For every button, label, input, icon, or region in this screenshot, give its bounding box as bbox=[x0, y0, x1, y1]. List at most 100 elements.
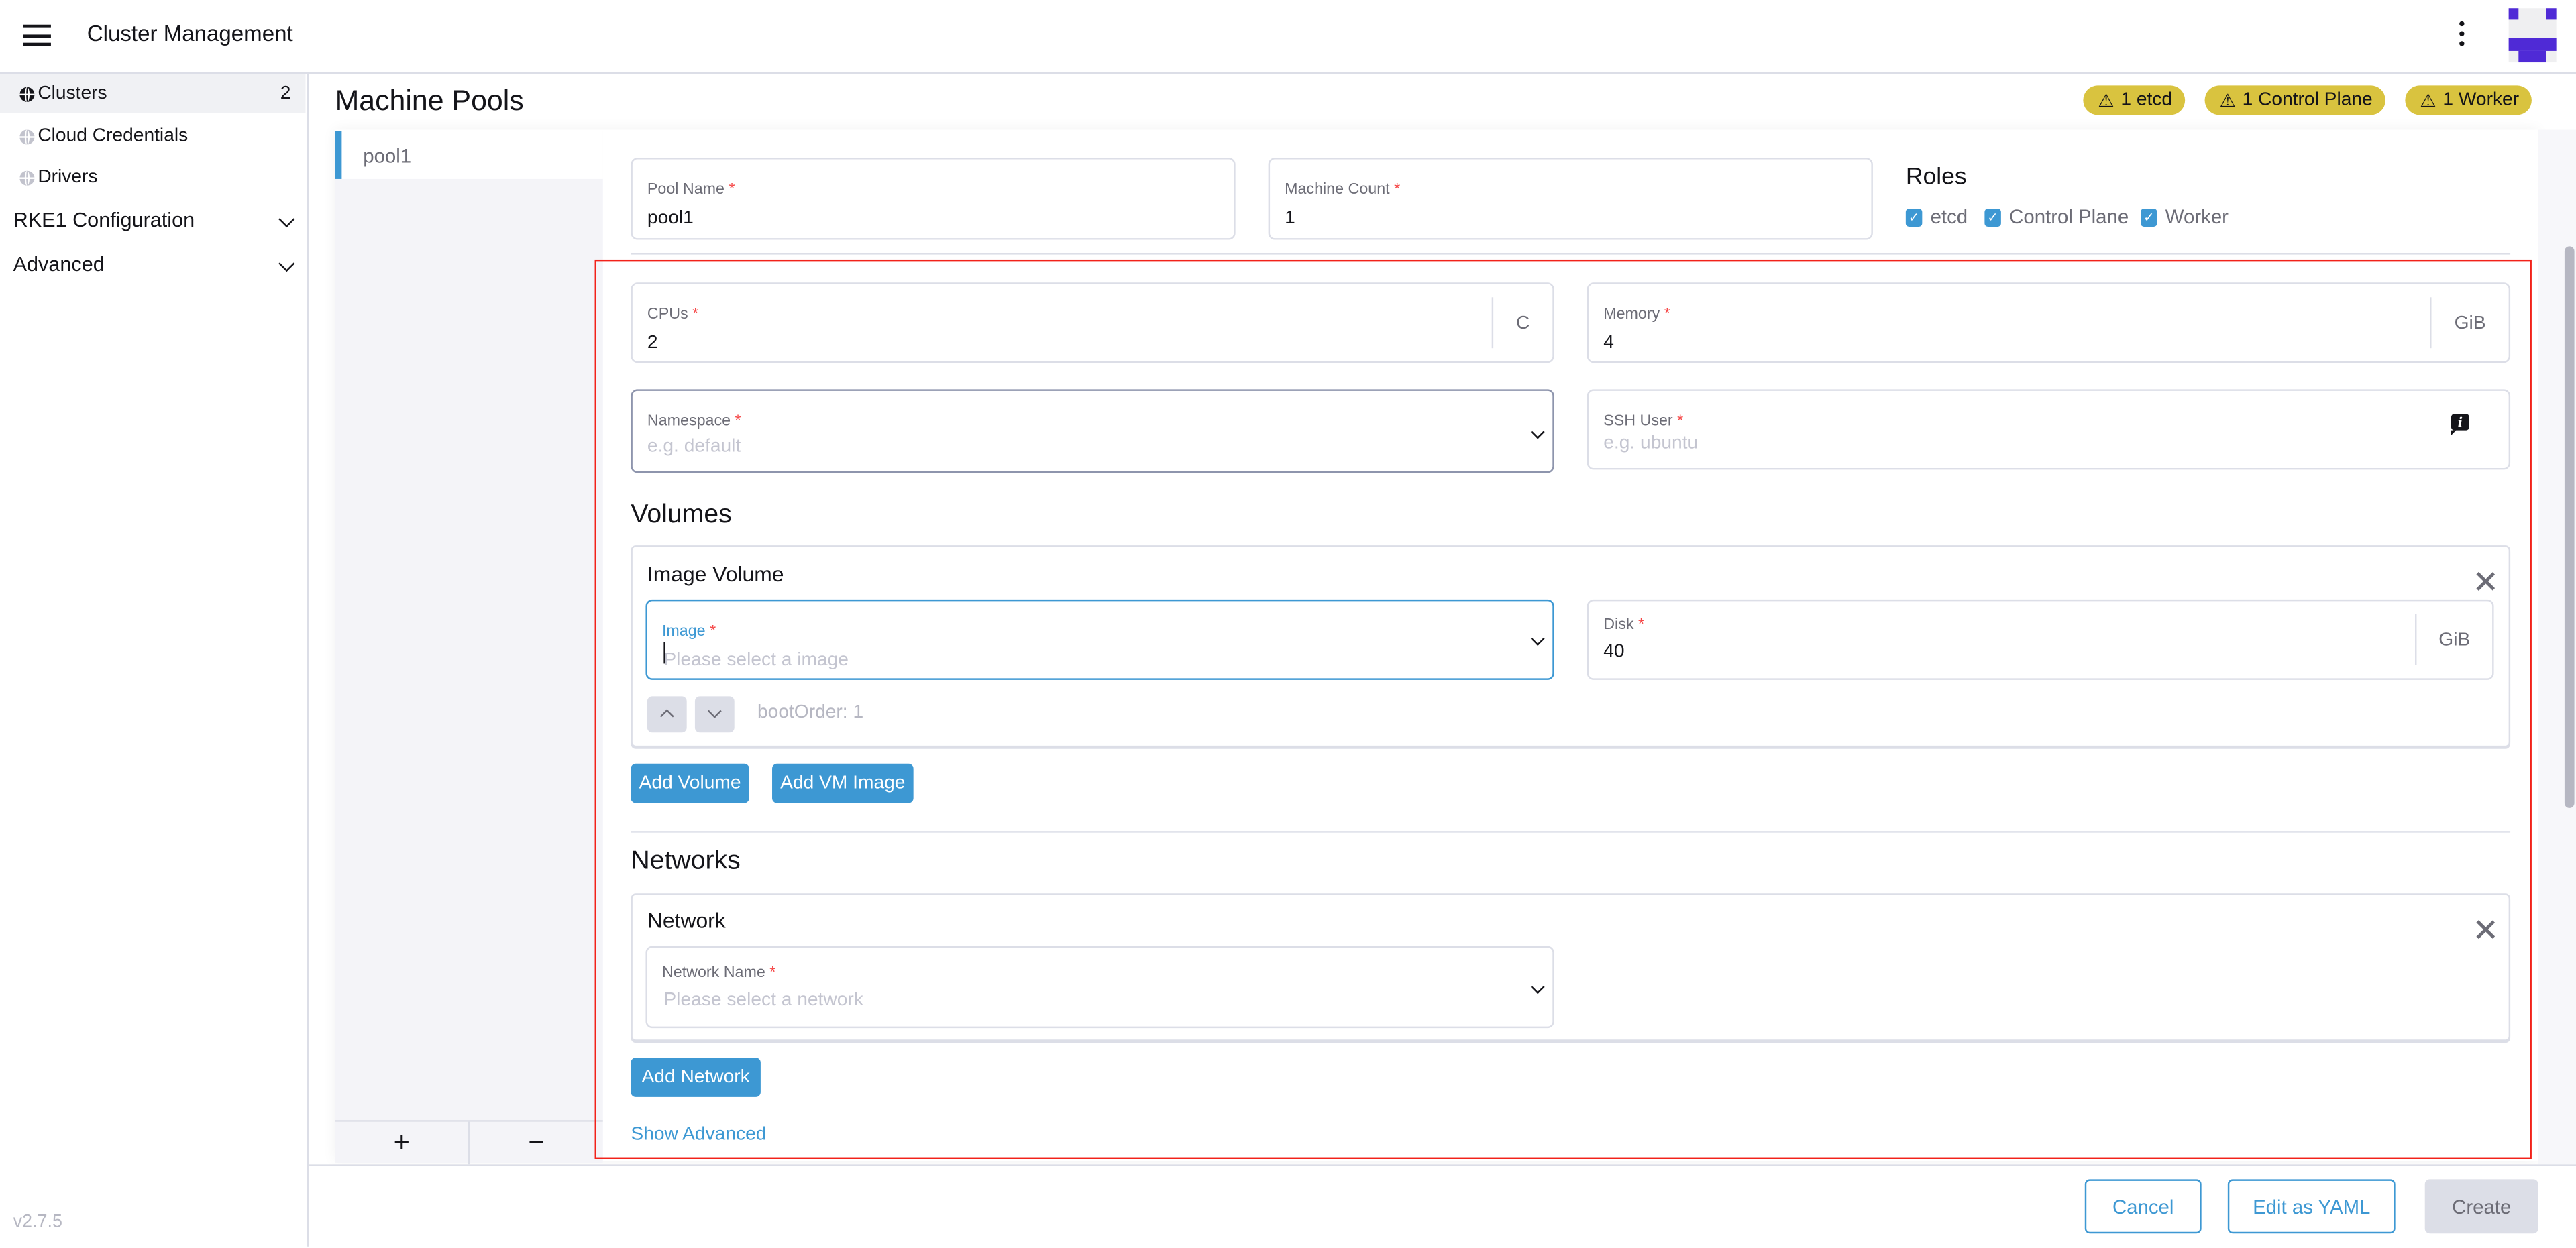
machine-count-field[interactable]: Machine Count * 1 bbox=[1268, 158, 1873, 240]
cpus-value: 2 bbox=[647, 333, 658, 353]
add-network-button[interactable]: Add Network bbox=[631, 1058, 761, 1097]
disk-field[interactable]: Disk * 40 GiB bbox=[1587, 599, 2494, 680]
sidebar-item-label: Cloud Credentials bbox=[38, 126, 189, 146]
divider bbox=[631, 253, 2511, 255]
roles-heading: Roles bbox=[1905, 164, 1967, 191]
chevron-down-icon bbox=[1530, 632, 1545, 646]
field-label: CPUs * bbox=[647, 305, 699, 324]
page-title: Machine Pools bbox=[335, 83, 524, 117]
scrollbar[interactable] bbox=[2564, 246, 2575, 808]
disk-value: 40 bbox=[1603, 642, 1625, 662]
memory-unit: GiB bbox=[2430, 297, 2509, 349]
chevron-down-icon bbox=[278, 255, 295, 272]
sidebar-item-label: Drivers bbox=[38, 167, 98, 188]
sidebar-item-drivers[interactable]: Drivers bbox=[0, 158, 306, 197]
sidebar-group-advanced[interactable]: Advanced bbox=[13, 253, 303, 276]
close-icon[interactable] bbox=[2476, 919, 2496, 939]
disk-unit: GiB bbox=[2415, 614, 2492, 665]
field-label: Memory * bbox=[1603, 305, 1670, 324]
role-checkbox-control-plane[interactable]: ✓ Control Plane bbox=[1984, 205, 2129, 228]
pool-name-value: pool1 bbox=[647, 209, 694, 229]
networks-heading: Networks bbox=[631, 847, 741, 876]
checkbox-checked-icon: ✓ bbox=[2141, 207, 2157, 226]
chevron-down-icon bbox=[1530, 980, 1545, 995]
field-label: Network Name * bbox=[661, 964, 776, 982]
sidebar-group-label: Advanced bbox=[13, 253, 105, 276]
add-vm-image-button[interactable]: Add VM Image bbox=[772, 763, 914, 803]
warning-icon: ⚠ bbox=[2219, 91, 2236, 111]
show-advanced-link[interactable]: Show Advanced bbox=[631, 1125, 766, 1145]
checkbox-checked-icon: ✓ bbox=[1905, 207, 1923, 226]
cancel-button[interactable]: Cancel bbox=[2084, 1179, 2202, 1234]
cpus-field[interactable]: CPUs * 2 C bbox=[631, 282, 1554, 363]
globe-icon bbox=[19, 86, 35, 101]
chevron-up-icon bbox=[659, 709, 674, 724]
cpus-unit: C bbox=[1491, 297, 1553, 349]
edit-as-yaml-button[interactable]: Edit as YAML bbox=[2227, 1179, 2396, 1234]
app-root: Cluster Management Clusters 2 Cloud Cred… bbox=[0, 0, 2576, 1248]
ssh-user-field[interactable]: SSH User * e.g. ubuntu bbox=[1587, 389, 2511, 470]
move-down-button[interactable] bbox=[694, 696, 735, 733]
role-checkbox-worker[interactable]: ✓ Worker bbox=[2141, 205, 2229, 228]
move-up-button[interactable] bbox=[647, 696, 687, 733]
sidebar-item-clusters[interactable]: Clusters 2 bbox=[0, 74, 306, 113]
volumes-heading: Volumes bbox=[631, 500, 732, 529]
pool-actions: + − bbox=[335, 1120, 603, 1165]
warning-icon: ⚠ bbox=[2420, 91, 2436, 111]
sidebar-group-label: RKE1 Configuration bbox=[13, 209, 195, 232]
add-volume-button[interactable]: Add Volume bbox=[631, 763, 749, 803]
namespace-select[interactable]: Namespace * e.g. default bbox=[631, 389, 1554, 473]
memory-value: 4 bbox=[1603, 333, 1614, 353]
field-label: Machine Count * bbox=[1285, 180, 1401, 199]
text-cursor bbox=[663, 642, 665, 664]
divider bbox=[631, 831, 2511, 833]
ssh-user-placeholder: e.g. ubuntu bbox=[1603, 433, 1699, 453]
status-badge-control-plane: ⚠ 1 Control Plane bbox=[2204, 85, 2386, 115]
status-badge-worker: ⚠ 1 Worker bbox=[2405, 85, 2532, 115]
pool-tab-label: pool1 bbox=[363, 144, 412, 168]
pool-name-field[interactable]: Pool Name * pool1 bbox=[631, 158, 1236, 240]
hamburger-icon[interactable] bbox=[23, 24, 51, 46]
info-icon[interactable]: i bbox=[2451, 414, 2469, 435]
top-bar: Cluster Management bbox=[0, 0, 2576, 74]
field-label: Image * bbox=[661, 622, 716, 641]
network-name-select[interactable]: Network Name * Please select a network bbox=[645, 946, 1554, 1029]
sidebar bbox=[0, 74, 309, 1247]
field-label: SSH User * bbox=[1603, 412, 1684, 431]
globe-icon bbox=[19, 129, 35, 144]
image-select[interactable]: Image * Please select a image bbox=[645, 599, 1554, 680]
remove-pool-button[interactable]: − bbox=[470, 1122, 602, 1165]
pool-list bbox=[335, 131, 603, 1163]
version-label: v2.7.5 bbox=[13, 1212, 62, 1232]
card-title: Network bbox=[647, 908, 726, 933]
status-badge-etcd: ⚠ 1 etcd bbox=[2083, 85, 2186, 115]
card-title: Image Volume bbox=[647, 561, 784, 587]
add-pool-button[interactable]: + bbox=[335, 1121, 470, 1165]
sidebar-item-label: Clusters bbox=[38, 83, 107, 104]
clusters-count: 2 bbox=[280, 83, 291, 104]
machine-count-value: 1 bbox=[1285, 209, 1295, 229]
chevron-down-icon bbox=[707, 704, 722, 718]
warning-icon: ⚠ bbox=[2098, 91, 2114, 111]
sidebar-item-cloud-credentials[interactable]: Cloud Credentials bbox=[0, 117, 306, 156]
field-label: Namespace * bbox=[647, 412, 741, 431]
app-title: Cluster Management bbox=[87, 21, 293, 46]
chevron-down-icon bbox=[278, 211, 295, 228]
checkbox-checked-icon: ✓ bbox=[1984, 207, 2001, 226]
kebab-menu-icon[interactable] bbox=[2455, 21, 2468, 51]
role-checkbox-etcd[interactable]: ✓ etcd bbox=[1905, 205, 1968, 228]
namespace-placeholder: e.g. default bbox=[647, 437, 741, 457]
sidebar-group-rke1-configuration[interactable]: RKE1 Configuration bbox=[13, 209, 303, 231]
image-placeholder: Please select a image bbox=[663, 650, 849, 671]
pool-tab[interactable]: pool1 bbox=[335, 131, 603, 179]
chevron-down-icon bbox=[1530, 424, 1545, 439]
user-avatar[interactable] bbox=[2508, 8, 2557, 63]
field-label: Pool Name * bbox=[647, 180, 735, 199]
globe-icon bbox=[19, 170, 35, 185]
close-icon[interactable] bbox=[2476, 571, 2496, 591]
boot-order-label: bootOrder: 1 bbox=[757, 703, 864, 723]
create-button[interactable]: Create bbox=[2424, 1179, 2538, 1234]
memory-field[interactable]: Memory * 4 GiB bbox=[1587, 282, 2511, 363]
network-name-placeholder: Please select a network bbox=[663, 990, 863, 1011]
field-label: Disk * bbox=[1603, 616, 1645, 634]
